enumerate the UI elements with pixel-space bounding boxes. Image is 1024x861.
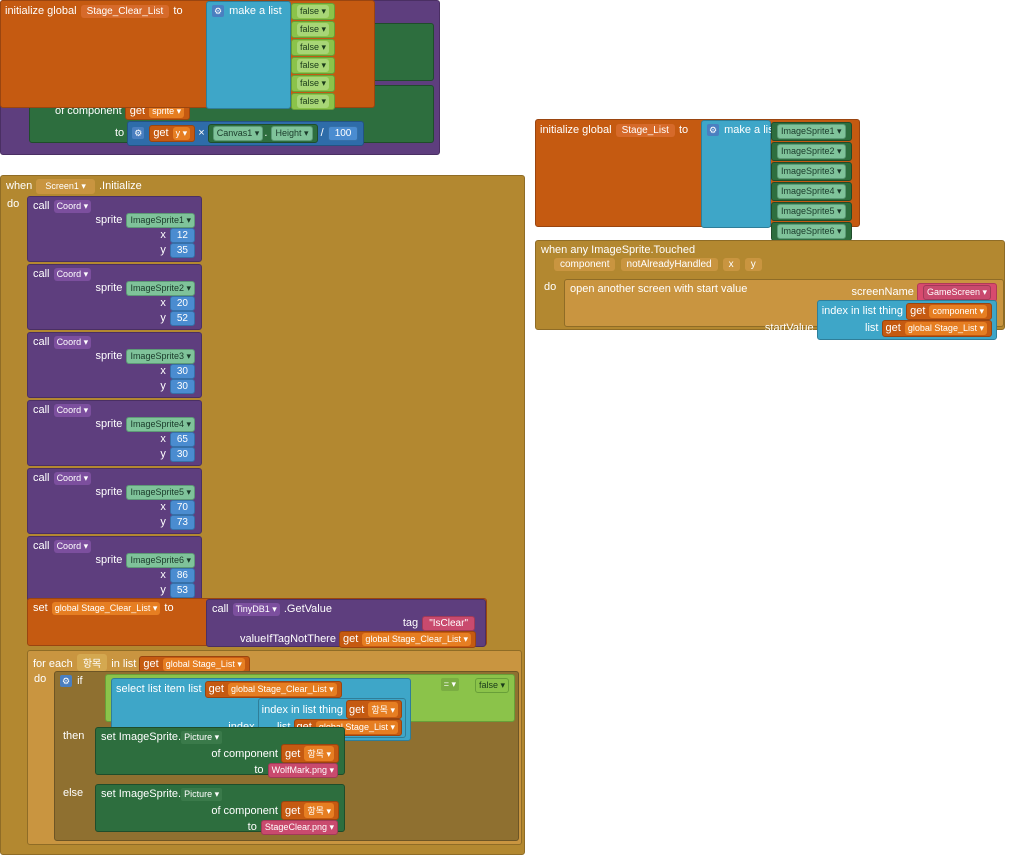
- foreach[interactable]: for each 항목 in list get global Stage_Lis…: [27, 650, 522, 845]
- if-block[interactable]: if select list item list get global Stag…: [54, 671, 519, 841]
- init-stage-list[interactable]: initialize global Stage_List to make a l…: [535, 119, 860, 227]
- gear-icon[interactable]: [212, 5, 224, 17]
- screen-dd[interactable]: Screen1: [36, 179, 95, 194]
- init-clear-list[interactable]: initialize global Stage_Clear_List to ma…: [0, 0, 375, 108]
- set-clear-list[interactable]: set global Stage_Clear_List to call Tiny…: [27, 598, 487, 646]
- gear-icon[interactable]: [60, 675, 72, 687]
- call-coord[interactable]: call Coordsprite ImageSprite5x 70y 73: [27, 468, 202, 534]
- when-touched[interactable]: when any ImageSprite.Touched component n…: [535, 240, 1005, 330]
- call-coord[interactable]: call Coordsprite ImageSprite2x 20y 52: [27, 264, 202, 330]
- call-coord[interactable]: call Coordsprite ImageSprite3x 30y 30: [27, 332, 202, 398]
- set-pic-else[interactable]: set ImageSprite.Picture of component get…: [95, 784, 345, 832]
- math-y[interactable]: get y × Canvas1. Height / 100: [127, 121, 364, 146]
- set-pic-then[interactable]: set ImageSprite.Picture of component get…: [95, 727, 345, 775]
- gear-icon[interactable]: [707, 124, 719, 136]
- gear-icon[interactable]: [132, 127, 144, 139]
- call-coord[interactable]: call Coordsprite ImageSprite4x 65y 30: [27, 400, 202, 466]
- call-coord[interactable]: call Coordsprite ImageSprite1x 12y 35: [27, 196, 202, 262]
- when-screen-init[interactable]: when Screen1 .Initialize do call Coordsp…: [0, 175, 525, 855]
- call-coord[interactable]: call Coordsprite ImageSprite6x 86y 53: [27, 536, 202, 602]
